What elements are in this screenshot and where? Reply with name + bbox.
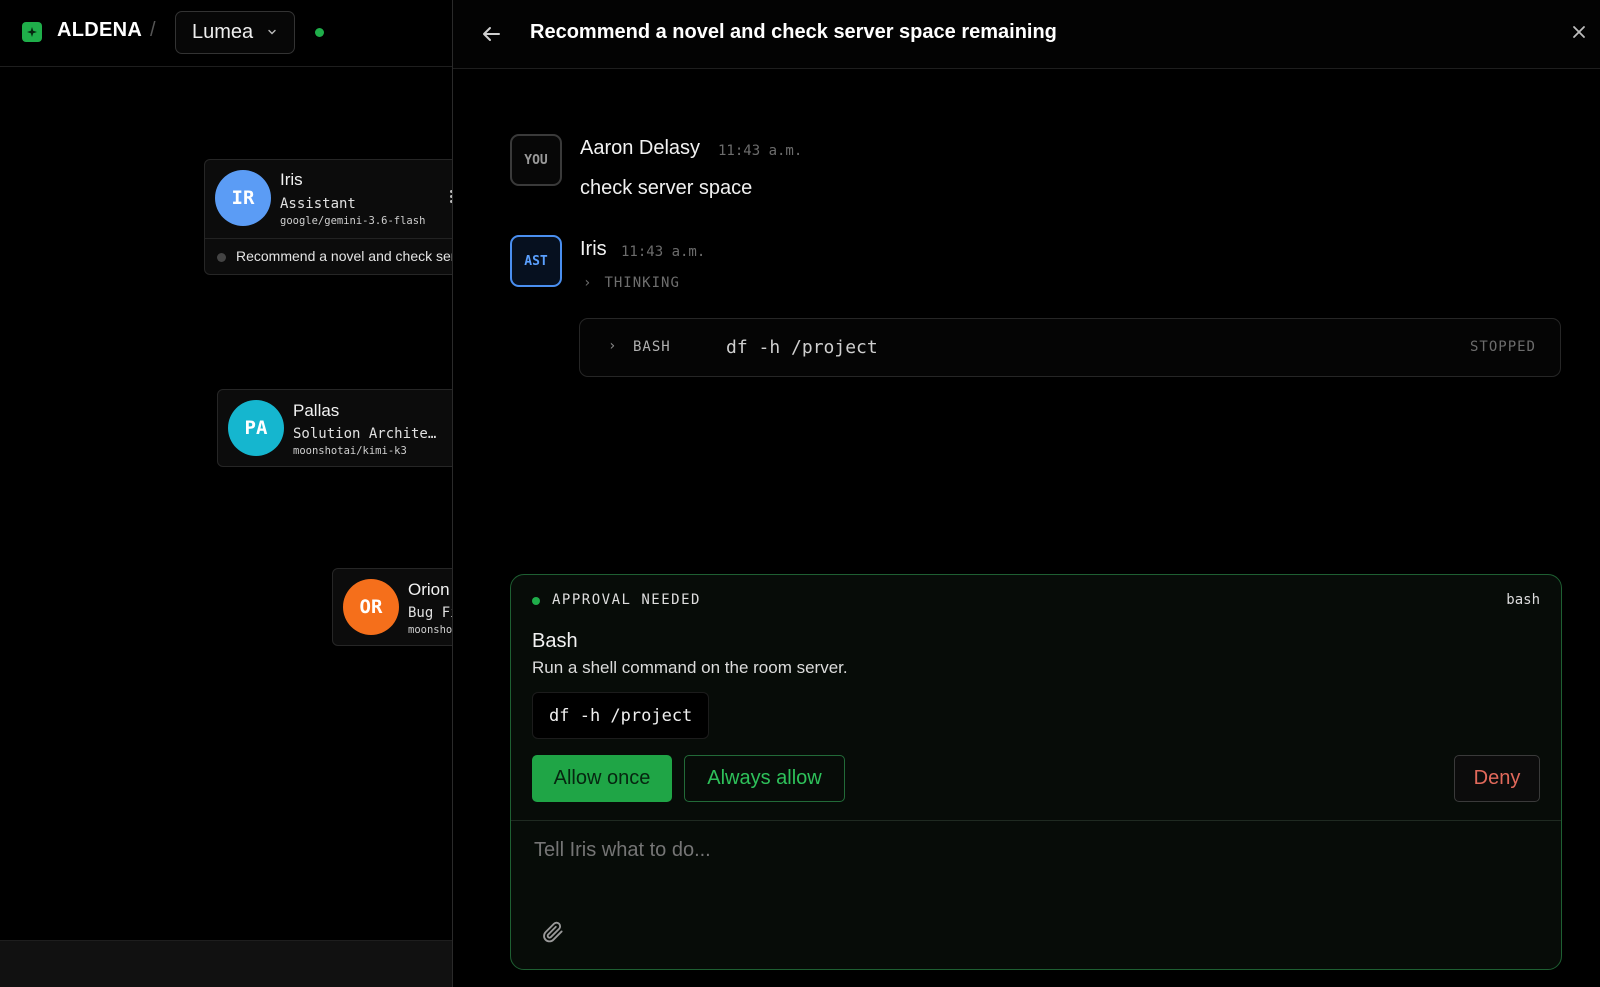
- avatar: AST: [510, 235, 562, 287]
- task-label: Recommend a novel and check server space…: [236, 248, 452, 264]
- connection-status-dot: [315, 28, 324, 37]
- task-panel: Recommend a novel and check server space…: [452, 0, 1600, 987]
- agent-canvas[interactable]: ALDENA / Lumea IR Iris Assistant google/…: [0, 0, 452, 987]
- approval-label: APPROVAL NEEDED: [552, 592, 701, 608]
- canvas-footer: [0, 940, 452, 987]
- avatar: IR: [215, 170, 271, 226]
- tool-command: df -h /project: [726, 337, 878, 358]
- thinking-label: THINKING: [604, 275, 680, 291]
- aldena-logo-icon[interactable]: [22, 22, 42, 42]
- avatar: PA: [228, 400, 284, 456]
- tool-name: BASH: [633, 339, 671, 355]
- agent-model: google/gemini-3.6-flash: [280, 215, 426, 227]
- message-author: Iris: [580, 238, 607, 260]
- always-allow-button[interactable]: Always allow: [684, 755, 845, 802]
- deny-button[interactable]: Deny: [1454, 755, 1540, 802]
- approval-command: df -h /project: [532, 692, 710, 739]
- agent-name: Iris: [280, 170, 303, 189]
- composer: APPROVAL NEEDED bash Bash Run a shell co…: [510, 574, 1562, 970]
- agent-model: moonshotai/kimi-k3: [293, 445, 407, 457]
- approval-description: Run a shell command on the room server.: [532, 658, 848, 677]
- agent-card-orion[interactable]: OR Orion Bug Fi moonsho: [332, 568, 452, 646]
- tool-call-row[interactable]: › BASH df -h /project STOPPED: [579, 318, 1561, 377]
- status-badge: STOPPED: [1469, 339, 1536, 355]
- room-name: Lumea: [192, 21, 254, 43]
- chevron-right-icon: ›: [608, 338, 617, 354]
- approval-status-dot: [532, 597, 540, 605]
- agent-current-task[interactable]: Recommend a novel and check server space…: [205, 238, 452, 274]
- brand-name: ALDENA: [57, 19, 143, 41]
- message-timestamp: 11:43 a.m.: [621, 244, 706, 260]
- room-selector[interactable]: Lumea: [175, 11, 295, 54]
- agent-role: Bug Fi: [408, 605, 452, 621]
- task-status-dot: [217, 252, 226, 262]
- breadcrumb-separator: /: [150, 19, 156, 41]
- agent-model: moonsho: [408, 624, 452, 636]
- top-bar: ALDENA / Lumea: [0, 0, 452, 67]
- avatar: OR: [343, 579, 399, 635]
- approval-title: Bash: [532, 630, 578, 652]
- thinking-toggle[interactable]: › THINKING: [583, 275, 680, 291]
- arrow-left-icon[interactable]: [479, 22, 503, 46]
- chevron-right-icon: ›: [583, 275, 593, 291]
- approval-request: APPROVAL NEEDED bash Bash Run a shell co…: [511, 575, 1561, 821]
- message-text: check server space: [580, 177, 753, 199]
- page-title: Recommend a novel and check server space…: [530, 21, 1057, 43]
- message-author: Aaron Delasy: [580, 137, 701, 159]
- message-timestamp: 11:43 a.m.: [718, 143, 803, 159]
- agent-role: Solution Archite…: [293, 426, 437, 442]
- avatar: YOU: [510, 134, 562, 186]
- approval-tool-name: bash: [1506, 592, 1540, 608]
- close-icon[interactable]: [1571, 24, 1587, 40]
- agent-name: Orion: [408, 580, 450, 599]
- agent-name: Pallas: [293, 401, 340, 420]
- agent-card-iris[interactable]: IR Iris Assistant google/gemini-3.6-flas…: [204, 159, 452, 275]
- agent-card-pallas[interactable]: PA Pallas Solution Archite… moonshotai/k…: [217, 389, 452, 467]
- allow-once-button[interactable]: Allow once: [532, 755, 672, 802]
- prompt-input[interactable]: [534, 839, 1534, 862]
- agent-role: Assistant: [280, 196, 356, 212]
- chevron-down-icon: [268, 29, 276, 35]
- panel-header: Recommend a novel and check server space…: [453, 0, 1600, 69]
- paperclip-icon[interactable]: [540, 919, 566, 945]
